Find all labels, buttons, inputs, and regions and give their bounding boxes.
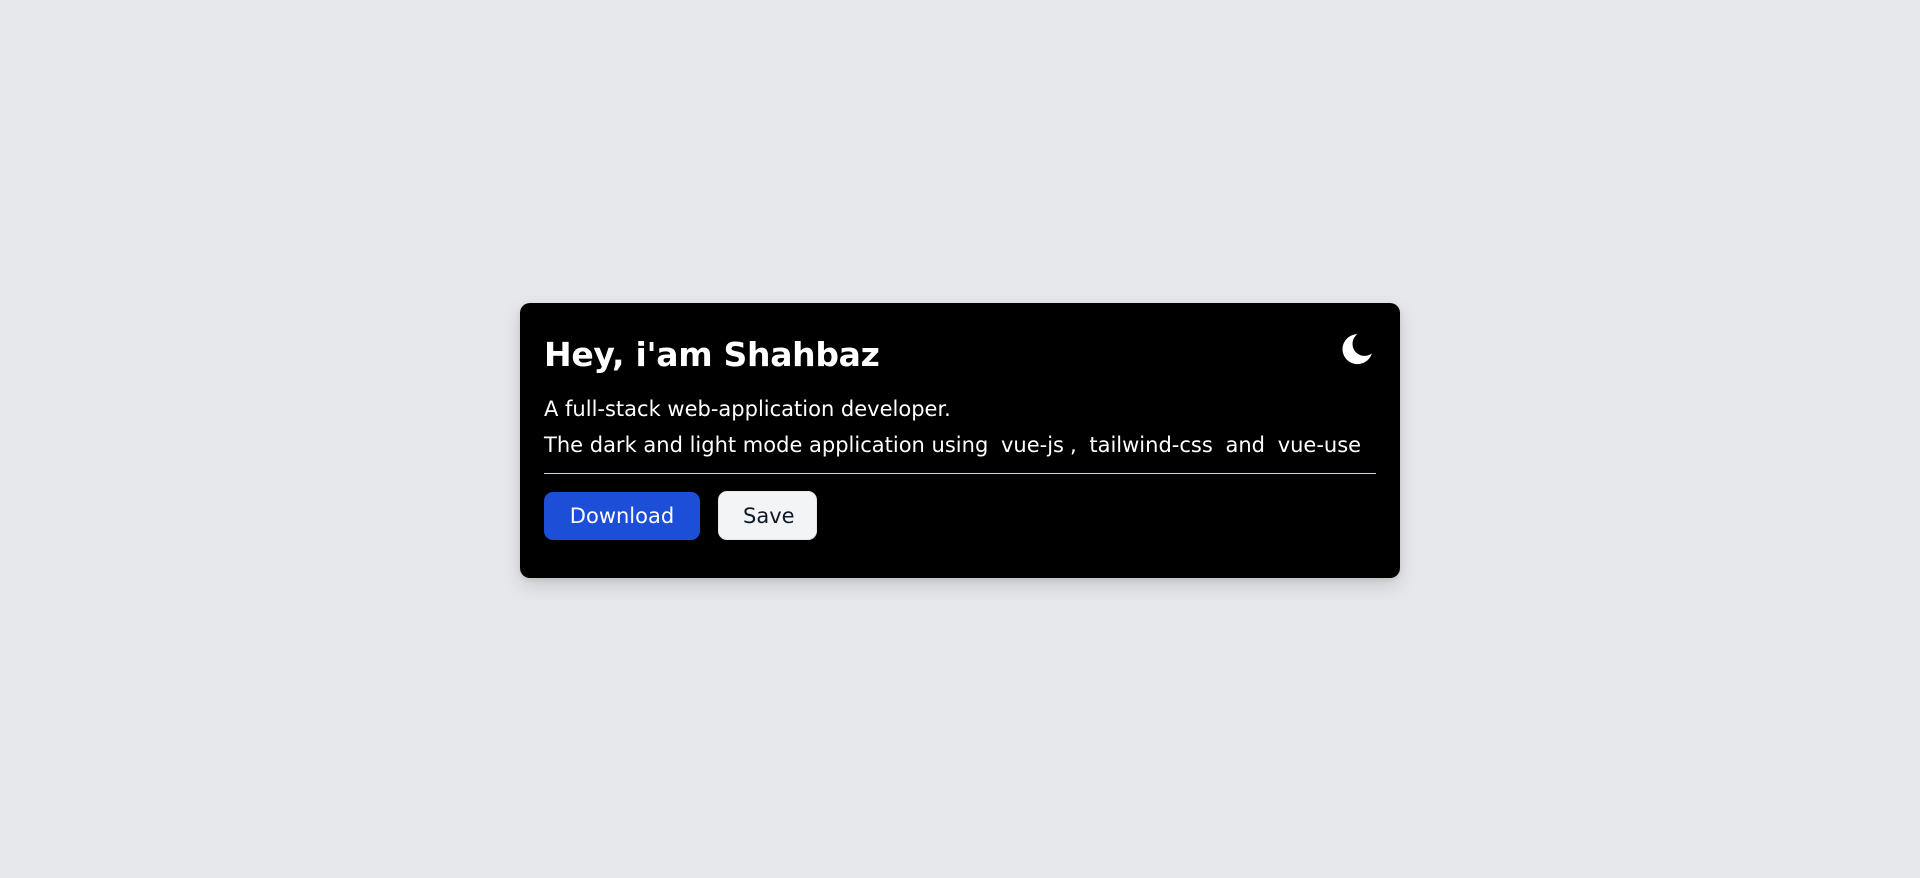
description-line-2: The dark and light mode application usin… — [544, 427, 1376, 463]
card-description: A full-stack web-application developer. … — [544, 391, 1376, 463]
tech-vue-js: vue-js — [1000, 433, 1064, 457]
card-actions: Download Save — [544, 491, 1376, 540]
card-title: Hey, i'am Shahbaz — [544, 335, 880, 374]
save-button[interactable]: Save — [718, 491, 817, 540]
theme-toggle-button[interactable] — [1336, 329, 1378, 371]
comma-separator: , — [1069, 433, 1077, 457]
profile-card: Hey, i'am Shahbaz A full-stack web-appli… — [520, 303, 1400, 578]
tech-tailwind-css: tailwind-css — [1089, 433, 1213, 457]
moon-icon — [1337, 329, 1377, 372]
divider — [544, 473, 1376, 474]
tech-vue-use: vue-use — [1277, 433, 1362, 457]
description-prefix: The dark and light mode application usin… — [544, 433, 989, 457]
card-header: Hey, i'am Shahbaz — [544, 327, 1376, 383]
and-word: and — [1225, 433, 1265, 457]
description-line-1: A full-stack web-application developer. — [544, 397, 951, 421]
download-button[interactable]: Download — [544, 492, 700, 540]
